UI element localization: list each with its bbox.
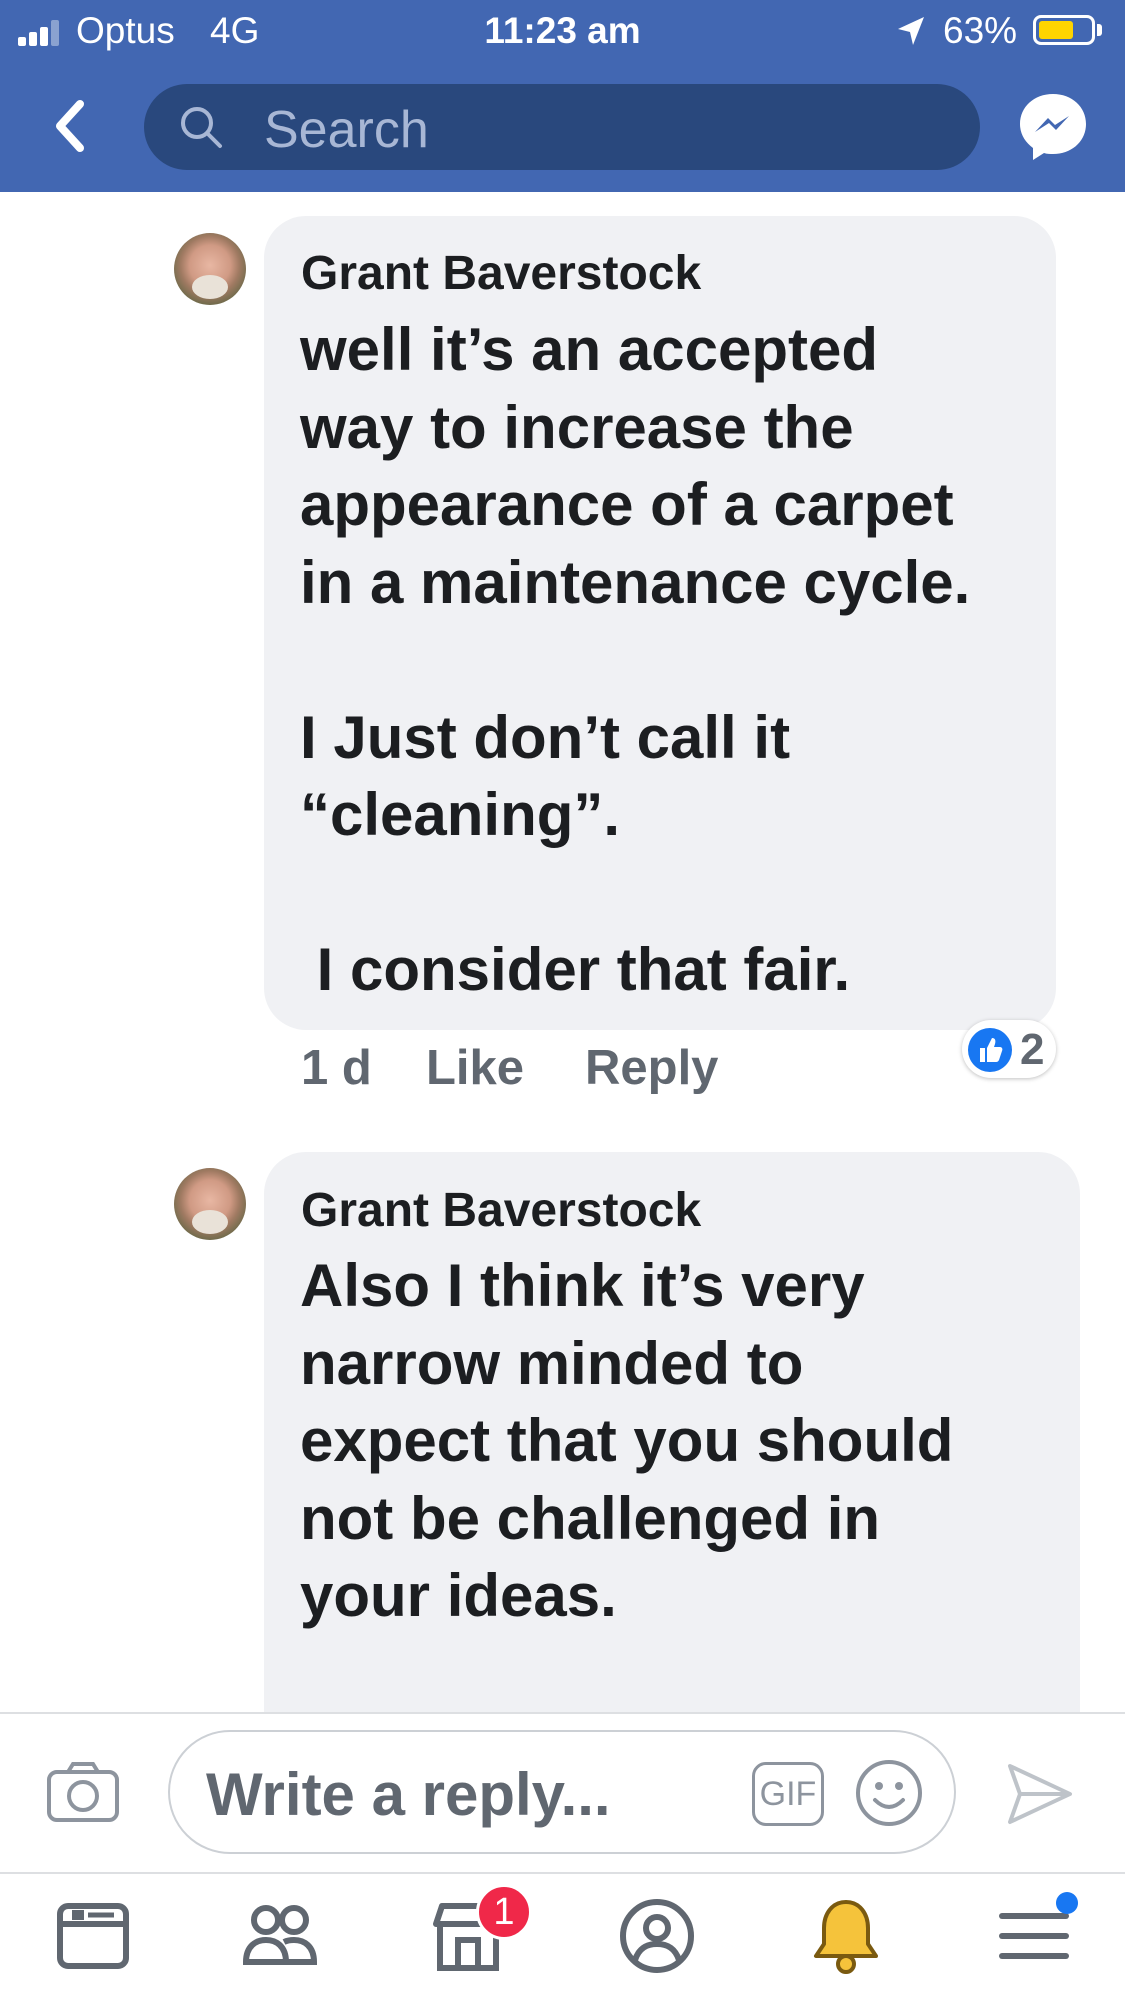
reaction-count: 2 <box>1020 1025 1045 1074</box>
comment-text: well it’s an accepted way to increase th… <box>300 316 971 1003</box>
comment-author[interactable]: Grant Baverstock <box>301 246 701 301</box>
reply-composer: Write a reply... GIF <box>0 1712 1125 1872</box>
send-icon[interactable] <box>1004 1758 1076 1830</box>
battery-nub <box>1097 24 1102 36</box>
menu-notification-dot <box>1056 1892 1078 1914</box>
comment-text: Also I think it’s very narrow minded to … <box>300 1252 954 1629</box>
comment-time: 1 d <box>301 1041 372 1095</box>
notifications-bell-icon[interactable] <box>806 1896 886 1976</box>
search-icon <box>181 107 222 148</box>
search-bar[interactable]: Search <box>144 84 980 170</box>
battery-icon <box>1033 15 1095 45</box>
friends-icon[interactable] <box>240 1896 320 1976</box>
top-bar: Optus 4G 11:23 am 63% Search <box>0 0 1125 192</box>
reply-input[interactable]: Write a reply... GIF <box>168 1730 956 1854</box>
back-chevron-icon[interactable] <box>46 96 94 156</box>
profile-icon[interactable] <box>617 1896 697 1976</box>
news-feed-icon[interactable] <box>54 1896 134 1976</box>
avatar[interactable] <box>174 1168 246 1240</box>
reaction-summary[interactable]: 2 <box>962 1020 1056 1078</box>
comment-author[interactable]: Grant Baverstock <box>301 1183 701 1238</box>
avatar[interactable] <box>174 233 246 305</box>
notification-badge: 1 <box>476 1884 532 1940</box>
comment-actions: 1 d Like Reply <box>0 1040 1125 1100</box>
location-arrow-icon <box>898 17 924 45</box>
search-placeholder: Search <box>264 101 429 159</box>
like-reaction-icon <box>968 1028 1012 1072</box>
reply-placeholder: Write a reply... <box>206 1761 611 1828</box>
messenger-icon[interactable] <box>1016 90 1090 164</box>
emoji-icon[interactable] <box>854 1758 924 1828</box>
camera-icon[interactable] <box>46 1760 120 1824</box>
battery-percent: 63% <box>943 10 1018 51</box>
like-button[interactable]: Like <box>426 1040 524 1096</box>
bottom-tab-bar: 1 <box>0 1872 1125 2001</box>
reply-button[interactable]: Reply <box>585 1040 718 1096</box>
status-bar: Optus 4G 11:23 am 63% <box>0 0 1125 64</box>
gif-button[interactable]: GIF <box>752 1762 824 1826</box>
